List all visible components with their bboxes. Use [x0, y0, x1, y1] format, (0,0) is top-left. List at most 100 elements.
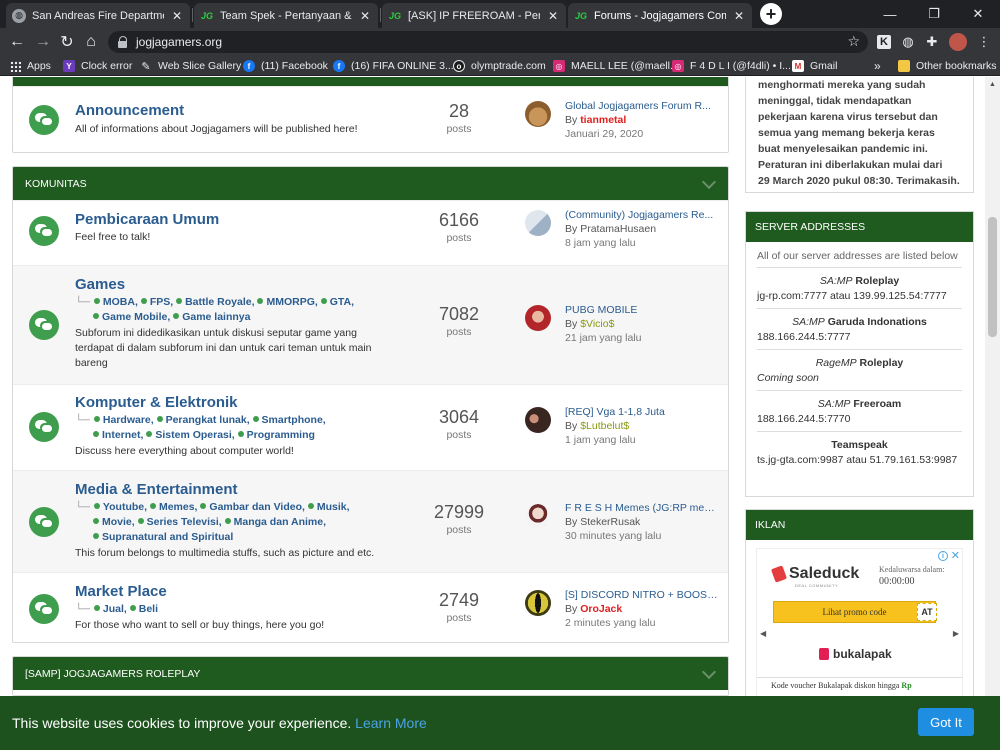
subforum-link[interactable]: MOBA, [93, 296, 138, 308]
subforum-link[interactable]: Series Televisi, [137, 516, 222, 528]
forum-row-market-place[interactable]: Market Place └─ Jual, Beli For those who … [13, 572, 728, 642]
subforum-link[interactable]: Smartphone, [252, 414, 326, 426]
subforum-link[interactable]: Memes, [149, 501, 197, 513]
subforum-link[interactable]: GTA, [320, 296, 354, 308]
forum-title[interactable]: Media & Entertainment [75, 481, 238, 498]
restore-icon[interactable]: ❐ [912, 0, 956, 28]
subforum-link[interactable]: Supranatural and Spiritual [93, 531, 233, 543]
last-post-user[interactable]: PratamaHusaen [580, 223, 656, 235]
reload-icon[interactable]: ↻ [56, 31, 78, 53]
subforum-link[interactable]: Programming [237, 429, 315, 441]
section-header[interactable]: KOMUNITAS [13, 167, 728, 200]
address-bar[interactable]: jogjagamers.org ☆ [108, 31, 868, 53]
section-header[interactable]: [SAMP] JOGJAGAMERS ROLEPLAY [13, 657, 728, 690]
subforum-link[interactable]: Movie, [93, 516, 135, 528]
learn-more-link[interactable]: Learn More [355, 715, 427, 731]
user-avatar[interactable] [525, 503, 551, 529]
subforum-link[interactable]: Jual, [93, 603, 127, 615]
subforum-link[interactable]: Sistem Operasi, [146, 429, 235, 441]
forum-title[interactable]: Announcement [75, 102, 184, 119]
home-icon[interactable]: ⌂ [80, 31, 102, 53]
last-post-title[interactable]: PUBG MOBILE [565, 303, 721, 317]
forum-title[interactable]: Komputer & Elektronik [75, 394, 238, 411]
promo-code-button[interactable]: Lihat promo code [773, 601, 936, 623]
tab-sa-fire-department[interactable]: ◍ San Andreas Fire Department - N ✕ [6, 3, 190, 28]
last-post-title[interactable]: (Community) Jogjagamers Re... [565, 208, 721, 222]
forum-title[interactable]: Games [75, 276, 125, 293]
user-avatar[interactable] [525, 101, 551, 127]
last-post-user[interactable]: StekerRusak [580, 516, 640, 528]
bookmark-clock-error[interactable]: Y Clock error [63, 58, 132, 74]
bookmark-fifa[interactable]: f (16) FIFA ONLINE 3... [333, 58, 454, 74]
last-post-user[interactable]: tianmetal [580, 114, 626, 126]
user-avatar[interactable] [525, 305, 551, 331]
puzzle-extension-icon[interactable]: ✚ [922, 32, 942, 52]
bookmark-other[interactable]: Other bookmarks [898, 58, 997, 74]
bookmark-f4dli[interactable]: ◎ F 4 D L I (@f4dli) • I... [672, 58, 791, 74]
globe-extension-icon[interactable]: ◍ [898, 32, 918, 52]
close-icon[interactable]: ✕ [546, 9, 560, 23]
tab-ask-ip-freeroam[interactable]: JG [ASK] IP FREEROAM - Pertanyaan ✕ [382, 3, 566, 28]
server-address[interactable]: ts.jg-gta.com:9987 atau 51.79.161.53:998… [757, 453, 962, 468]
carousel-left-icon[interactable]: ◀ [760, 629, 766, 638]
subforum-link[interactable]: Musik, [307, 501, 350, 513]
scroll-up-icon[interactable]: ▲ [988, 80, 997, 89]
subforum-link[interactable]: Internet, [93, 429, 143, 441]
subforum-link[interactable]: FPS, [140, 296, 173, 308]
got-it-button[interactable]: Got It [918, 708, 974, 736]
subforum-link[interactable]: Gambar dan Video, [200, 501, 305, 513]
subforum-link[interactable]: Hardware, [93, 414, 154, 426]
bookmarks-overflow-button[interactable]: » [874, 58, 881, 74]
k-extension-icon[interactable]: K [877, 35, 891, 49]
bookmark-star-icon[interactable]: ☆ [847, 33, 860, 50]
forum-row-media-entertainment[interactable]: Media & Entertainment └─ Youtube, Memes, … [13, 470, 728, 572]
forward-icon[interactable]: → [32, 31, 54, 53]
ad-info-icon[interactable]: i [938, 551, 948, 561]
subforum-link[interactable]: MMORPG, [257, 296, 318, 308]
subforum-link[interactable]: Youtube, [93, 501, 147, 513]
bookmark-web-slice[interactable]: ✎ Web Slice Gallery [140, 58, 241, 74]
subforum-link[interactable]: Perangkat lunak, [156, 414, 250, 426]
user-avatar[interactable] [525, 590, 551, 616]
minimize-icon[interactable]: — [868, 0, 912, 28]
bookmark-facebook[interactable]: f (11) Facebook [243, 58, 328, 74]
profile-avatar[interactable] [949, 33, 967, 51]
close-icon[interactable]: ✕ [951, 549, 960, 562]
scrollbar-thumb[interactable] [988, 217, 997, 337]
bookmark-olymptrade[interactable]: o olymptrade.com [453, 58, 546, 74]
last-post-title[interactable]: Global Jogjagamers Forum R... [565, 99, 721, 113]
subforum-link[interactable]: Game lainnya [173, 311, 250, 323]
tab-team-spek[interactable]: JG Team Spek - Pertanyaan & Jawab ✕ [194, 3, 378, 28]
last-post-user[interactable]: $Lutbelut$ [580, 420, 629, 432]
forum-row-announcement[interactable]: Announcement All of informations about J… [13, 86, 728, 152]
close-icon[interactable]: ✕ [170, 9, 184, 23]
forum-row-komputer-elektronik[interactable]: Komputer & Elektronik └─ Hardware, Perang… [13, 384, 728, 470]
forum-row-pembicaraan-umum[interactable]: Pembicaraan Umum Feel free to talk! 6166… [13, 200, 728, 265]
bookmark-maell[interactable]: ◎ MAELL LEE (@maell... [553, 58, 679, 74]
subforum-link[interactable]: Battle Royale, [176, 296, 255, 308]
last-post-user[interactable]: OroJack [580, 603, 622, 615]
back-icon[interactable]: ← [6, 31, 28, 53]
last-post-title[interactable]: [REQ] Vga 1-1,8 Juta [565, 405, 721, 419]
forum-title[interactable]: Market Place [75, 583, 167, 600]
last-post-title[interactable]: F R E S H Memes (JG:RP mem... [565, 501, 721, 515]
server-address[interactable]: 188.166.244.5:7777 [757, 330, 962, 345]
new-tab-button[interactable]: + [760, 3, 782, 25]
bookmark-apps[interactable]: Apps [10, 58, 51, 74]
bookmark-gmail[interactable]: M Gmail [792, 58, 837, 74]
user-avatar[interactable] [525, 407, 551, 433]
close-window-icon[interactable]: ✕ [956, 0, 1000, 28]
carousel-right-icon[interactable]: ▶ [953, 629, 959, 638]
advertisement[interactable]: i ✕ Saleduck DEAL COMMUNITY Kedaluwarsa … [756, 548, 963, 698]
menu-dots-icon[interactable]: ⋮ [974, 32, 994, 52]
server-address[interactable]: jg-rp.com:7777 atau 139.99.125.54:7777 [757, 289, 962, 304]
subforum-link[interactable]: Beli [129, 603, 158, 615]
page-scrollbar[interactable]: ▲ [985, 77, 1000, 750]
subforum-link[interactable]: Game Mobile, [93, 311, 170, 323]
subforum-link[interactable]: Manga dan Anime, [224, 516, 326, 528]
last-post-title[interactable]: [S] DISCORD NITRO + BOOST ... [565, 588, 721, 602]
chevron-down-icon[interactable] [701, 664, 717, 680]
user-avatar[interactable] [525, 210, 551, 236]
close-icon[interactable]: ✕ [358, 9, 372, 23]
server-address[interactable]: 188.166.244.5:7770 [757, 412, 962, 427]
